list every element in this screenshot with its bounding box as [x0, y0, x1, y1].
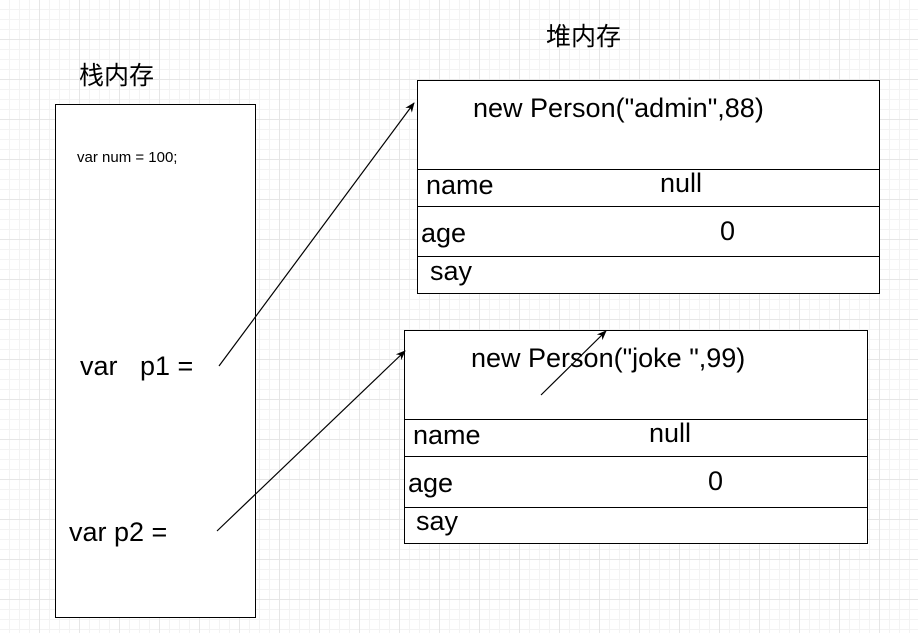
p1-reference-arrow	[218, 102, 415, 367]
p2-reference-arrow	[216, 350, 406, 532]
stray-arrow	[540, 330, 607, 396]
reference-arrows	[216, 102, 607, 532]
